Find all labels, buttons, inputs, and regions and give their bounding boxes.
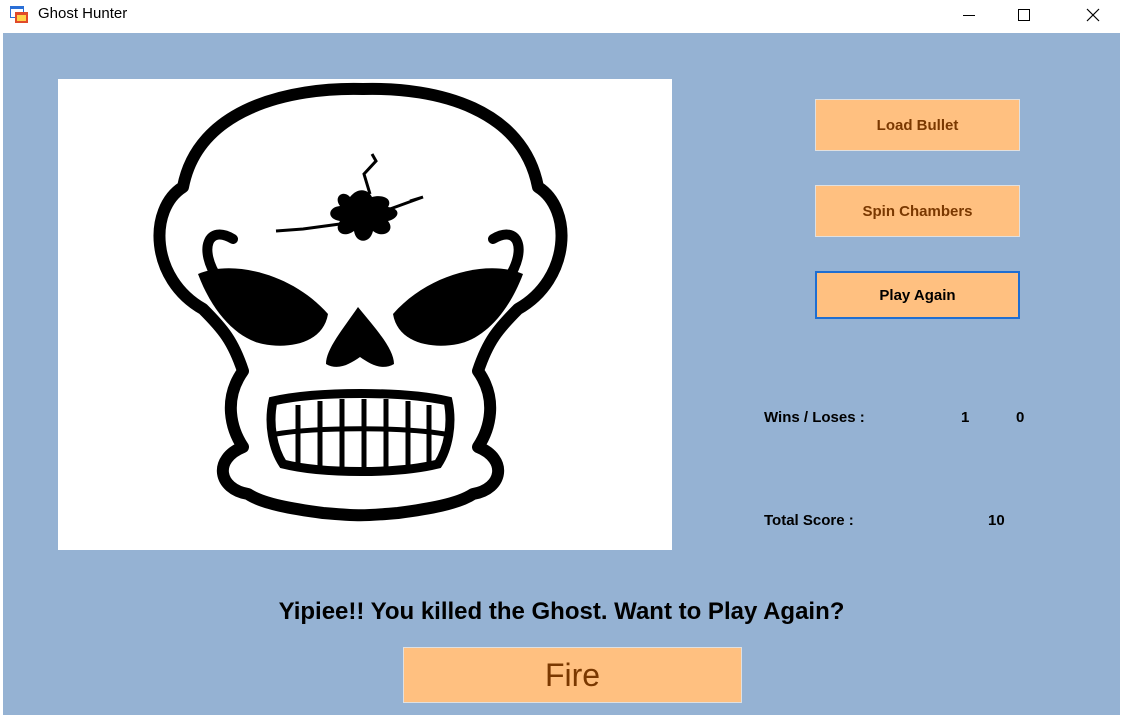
- window-title: Ghost Hunter: [38, 5, 128, 22]
- spin-chambers-button[interactable]: Spin Chambers: [815, 185, 1020, 237]
- fire-button[interactable]: Fire: [403, 647, 742, 703]
- skull-image: [153, 82, 568, 522]
- close-button[interactable]: [1070, 0, 1116, 30]
- play-again-button[interactable]: Play Again: [815, 271, 1020, 319]
- minimize-button[interactable]: [946, 0, 992, 30]
- form-app-icon[interactable]: [9, 4, 29, 24]
- wins-value: 1: [961, 409, 970, 426]
- maximize-icon: [1018, 9, 1030, 21]
- result-message: Yipiee!! You killed the Ghost. Want to P…: [278, 598, 845, 625]
- loses-value: 0: [1016, 409, 1025, 426]
- total-score-value: 10: [988, 512, 1005, 529]
- minimize-icon: [963, 15, 975, 16]
- wins-loses-label: Wins / Loses :: [764, 409, 865, 426]
- maximize-button[interactable]: [1001, 0, 1047, 30]
- skull-picture: [58, 79, 672, 550]
- title-bar: Ghost Hunter: [0, 0, 1123, 33]
- total-score-label: Total Score :: [764, 512, 854, 529]
- close-icon: [1086, 8, 1100, 22]
- game-form: Load Bullet Spin Chambers Play Again Win…: [3, 33, 1120, 715]
- load-bullet-button[interactable]: Load Bullet: [815, 99, 1020, 151]
